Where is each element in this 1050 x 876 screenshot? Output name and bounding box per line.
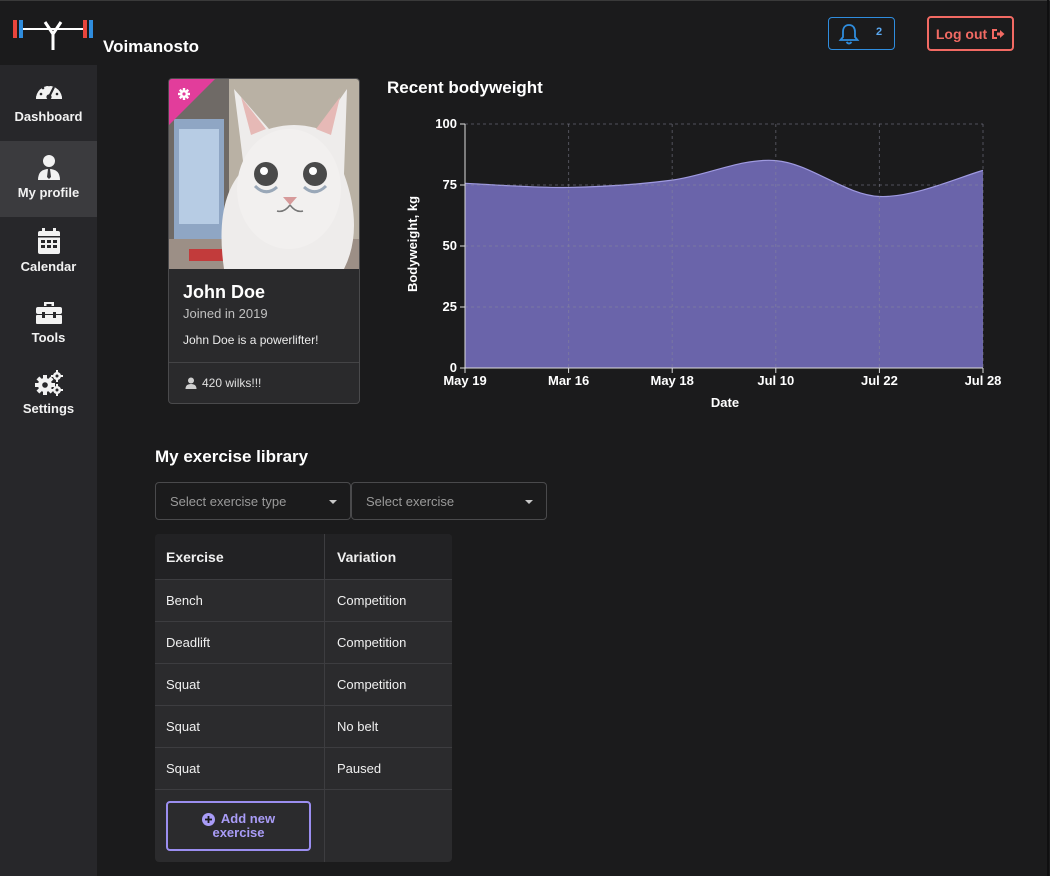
add-button-line1: Add new	[201, 811, 276, 826]
x-tick-label: May 19	[443, 373, 486, 388]
x-tick-label: Jul 28	[965, 373, 1002, 388]
empty-cell	[325, 790, 452, 862]
sidebar: Dashboard My profile Calendar Tools Sett…	[0, 65, 97, 876]
variation-cell: Competition	[337, 677, 407, 692]
sidebar-item-label: Settings	[22, 401, 75, 416]
logout-label: Log out	[935, 25, 988, 42]
sidebar-item-label: Dashboard	[14, 109, 83, 124]
top-bar: Voimanosto 2 Log out	[0, 0, 1050, 65]
exercise-type-placeholder: Select exercise type	[170, 493, 287, 509]
profile-wilks: 420 wilks!!!	[185, 376, 261, 390]
sidebar-item-label: My profile	[17, 185, 80, 200]
x-tick-label: May 18	[651, 373, 694, 388]
sidebar-item-dashboard[interactable]: Dashboard	[0, 65, 97, 141]
profile-name: John Doe	[183, 282, 266, 302]
profile-joined: Joined in 2019	[183, 306, 268, 321]
exercise-type-select[interactable]: Select exercise type	[155, 482, 351, 520]
cogs-icon	[34, 370, 63, 396]
x-axis-label: Date	[711, 395, 739, 410]
exercise-table: Exercise Variation Bench Competition Dea…	[155, 534, 452, 862]
column-header-exercise: Exercise	[155, 534, 325, 579]
sign-out-icon	[992, 28, 1005, 39]
calendar-icon	[37, 228, 60, 254]
wilks-score: 420 wilks!!!	[202, 376, 262, 390]
table-footer-row: Add new exercise	[155, 789, 452, 862]
barbell-logo-icon[interactable]	[12, 18, 94, 52]
table-row[interactable]: Squat Paused	[155, 747, 452, 789]
sidebar-item-label: Calendar	[20, 259, 77, 274]
exercise-cell: Squat	[155, 664, 325, 705]
y-tick-label: 100	[435, 116, 457, 131]
add-button-label-2: exercise	[212, 825, 265, 840]
variation-cell: Paused	[337, 761, 382, 776]
user-tie-icon	[37, 155, 60, 180]
add-button-cell: Add new exercise	[155, 790, 325, 862]
y-axis-label: Bodyweight, kg	[405, 196, 420, 292]
sidebar-item-calendar[interactable]: Calendar	[0, 215, 97, 291]
bell-icon	[838, 23, 860, 44]
variation-cell: No belt	[337, 719, 379, 734]
plus-circle-icon	[201, 812, 215, 826]
x-tick-label: Mar 16	[548, 373, 589, 388]
logout-button[interactable]: Log out	[927, 16, 1014, 51]
table-row[interactable]: Squat No belt	[155, 705, 452, 747]
card-divider	[169, 362, 359, 363]
table-row[interactable]: Bench Competition	[155, 579, 452, 621]
exercise-cell: Bench	[155, 580, 325, 621]
column-header-variation: Variation	[337, 548, 397, 565]
chevron-down-icon	[525, 500, 533, 504]
user-icon	[185, 377, 197, 389]
y-tick-label: 75	[443, 177, 457, 192]
y-tick-label: 50	[443, 238, 457, 253]
add-new-exercise-button[interactable]: Add new exercise	[166, 801, 311, 851]
chart-title: Recent bodyweight	[387, 78, 543, 97]
bodyweight-chart: 0255075100May 19 Mar 16 May 18 Jul 10 Jul 22…	[405, 116, 1002, 410]
sidebar-item-my-profile[interactable]: My profile	[0, 141, 97, 217]
notifications-button[interactable]: 2	[828, 17, 895, 50]
exercise-select[interactable]: Select exercise	[351, 482, 547, 520]
x-tick-label: Jul 22	[861, 373, 898, 388]
sidebar-item-label: Tools	[31, 330, 66, 345]
x-tick-label: Jul 10	[757, 373, 794, 388]
exercise-cell: Squat	[155, 706, 325, 747]
edit-settings-ribbon-icon[interactable]	[169, 79, 215, 125]
profile-bio: John Doe is a powerlifter!	[183, 333, 319, 347]
exercise-cell: Deadlift	[155, 622, 325, 663]
table-header-row: Exercise Variation	[155, 534, 452, 579]
table-row[interactable]: Deadlift Competition	[155, 621, 452, 663]
exercise-library-title: My exercise library	[155, 447, 309, 466]
exercise-placeholder: Select exercise	[366, 493, 455, 509]
table-row[interactable]: Squat Competition	[155, 663, 452, 705]
notification-count-badge: 2	[876, 26, 883, 38]
y-tick-label: 25	[443, 299, 457, 314]
variation-cell: Competition	[337, 635, 407, 650]
dashboard-gauge-icon	[35, 83, 62, 100]
exercise-cell: Squat	[155, 748, 325, 789]
profile-card: John Doe Joined in 2019 John Doe is a po…	[168, 78, 360, 404]
bodyweight-area	[465, 160, 983, 368]
sidebar-item-settings[interactable]: Settings	[0, 357, 97, 433]
add-button-label-1: Add new	[220, 811, 276, 826]
app-name: Voimanosto	[103, 37, 200, 56]
toolbox-icon	[35, 302, 62, 324]
sidebar-item-tools[interactable]: Tools	[0, 286, 97, 362]
chevron-down-icon	[329, 500, 337, 504]
variation-cell: Competition	[337, 593, 407, 608]
window-edge	[1047, 0, 1049, 876]
